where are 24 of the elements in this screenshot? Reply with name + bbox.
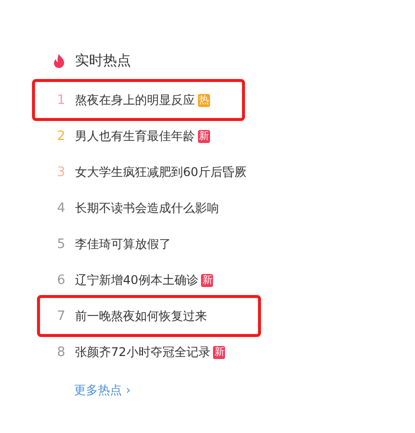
topic-link[interactable]: 李佳琦可算放假了 <box>75 236 171 252</box>
rank-number: 5 <box>57 236 66 252</box>
flame-icon <box>53 54 65 68</box>
rank-number: 4 <box>57 200 66 216</box>
topic-badge: 热 <box>198 94 210 106</box>
topic-link[interactable]: 男人也有生育最佳年龄 <box>75 128 195 144</box>
rank-number: 8 <box>57 344 66 360</box>
topic-link[interactable]: 前一晚熬夜如何恢复过来 <box>75 308 207 324</box>
rank-number: 3 <box>57 164 66 180</box>
topic-link[interactable]: 女大学生疯狂减肥到60斤后昏厥 <box>75 164 246 180</box>
section-title: 实时热点 <box>75 52 131 70</box>
topic-badge: 新 <box>213 346 226 358</box>
rank-number: 2 <box>57 128 66 144</box>
rank-number: 6 <box>57 272 66 288</box>
topic-link[interactable]: 熬夜在身上的明显反应 <box>75 92 195 108</box>
topic-badge: 新 <box>201 274 214 286</box>
rank-number: 1 <box>57 92 66 108</box>
rank-number: 7 <box>57 308 66 324</box>
highlighted-row[interactable]: 1 熬夜在身上的明显反应 热 <box>32 79 245 121</box>
highlighted-row[interactable]: 7 前一晚熬夜如何恢复过来 <box>37 295 261 337</box>
topic-link[interactable]: 辽宁新增40例本土确诊 <box>75 272 198 288</box>
topic-link[interactable]: 张颜齐72小时夺冠全记录 <box>75 344 210 360</box>
topic-badge: 新 <box>198 130 210 142</box>
topic-link[interactable]: 长期不读书会造成什么影响 <box>75 200 219 216</box>
